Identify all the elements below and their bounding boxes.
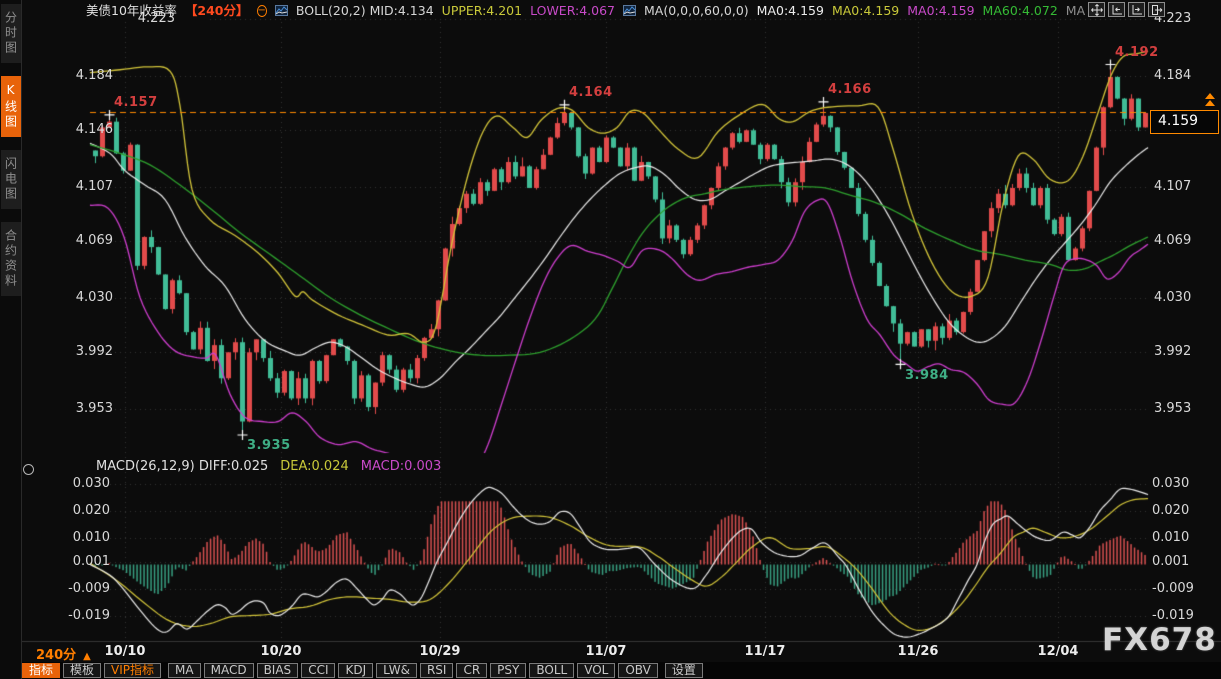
chart-style-icon[interactable] [275,5,288,16]
toolbar-button-CCI[interactable]: CCI [301,663,335,678]
macd-header-segment: DEA:0.024 [280,459,349,474]
macd-header-segment: MACD(26,12,9) DIFF:0.025 [96,459,268,474]
macd-header: MACD(26,12,9) DIFF:0.025 DEA:0.024 MACD:0.… [96,459,441,474]
header-segment: BOLL(20,2) MID:4.134 [296,3,434,19]
toolbar-button-VIP指标[interactable]: VIP指标 [104,663,161,678]
header-segment: 美债10年收益率 [86,3,177,19]
date-label: 11/07 [586,644,627,659]
toolbar-button-RSI[interactable]: RSI [420,663,454,678]
toolbar-button-MACD[interactable]: MACD [204,663,254,678]
sidebar-tab-合约资料[interactable]: 合约资料 [1,222,21,296]
period-dropdown-arrow-icon: ▲ [83,651,91,662]
jump-to-latest-icon[interactable] [1148,2,1165,17]
price-annotation: 4.166 [828,82,872,97]
header-segment: UPPER:4.201 [442,3,522,19]
toolbar-button-MA[interactable]: MA [168,663,201,678]
sidebar-tab-闪电图[interactable]: 闪电图 [1,150,21,209]
date-label: 11/26 [898,644,939,659]
date-label: 10/29 [420,644,461,659]
indicator-collapse-icon[interactable] [23,464,34,475]
toolbar-button-OBV[interactable]: OBV [618,663,658,678]
chart-toolbar-icons [1088,2,1165,17]
toolbar-button-指标[interactable]: 指标 [22,663,60,678]
toolbar-button-BIAS[interactable]: BIAS [257,663,299,678]
toolbar-button-KDJ[interactable]: KDJ [338,663,373,678]
sidebar-tab-K线图[interactable]: K线图 [1,76,21,137]
toolbar-button-PSY[interactable]: PSY [490,663,526,678]
price-annotation: 4.157 [114,95,158,110]
current-price-value: 4.159 [1158,113,1198,129]
price-annotation: 4.164 [569,85,613,100]
date-label: 10/10 [105,644,146,659]
header-segment: MA0:4.159 [907,3,974,19]
date-label: 12/04 [1038,644,1079,659]
date-label: 10/20 [261,644,302,659]
toolbar-button-VOL[interactable]: VOL [577,663,615,678]
x-axis-row: 240分 ▲ 10/10 10/20 10/29 11/07 11/17 11/26 12/0… [22,641,1221,663]
brand-watermark: FX678 [1102,622,1217,658]
toolbar-button-BOLL[interactable]: BOLL [529,663,574,678]
toolbar-button-设置[interactable]: 设置 [665,663,703,678]
current-price-marker: 4.159 [1150,110,1219,134]
indicator-toolbar: 指标模板VIP指标 MAMACDBIASCCIKDJLW&RSICRPSYBOLL… [22,662,1221,679]
date-label: 11/17 [745,644,786,659]
chart-header: 美债10年收益率【240分】− BOLL(20,2) MID:4.134 UPPER… [86,2,1086,19]
sidebar: 分时图 K线图闪电图合约资料 [0,0,22,679]
toolbar-button-LW&[interactable]: LW& [376,663,417,678]
toolbar-button-CR[interactable]: CR [456,663,487,678]
collapse-indicator-icon[interactable]: − [257,5,267,17]
chart-style-icon[interactable] [623,5,636,16]
macd-header-segment: MACD:0.003 [361,459,442,474]
header-segment: 【240分】 [185,3,249,19]
trading-app: 分时图 K线图闪电图合约资料 美债10年收益率【240分】− BOLL(20,2) … [0,0,1221,679]
header-segment: MA60:4.072 [983,3,1058,19]
header-segment: LOWER:4.067 [530,3,615,19]
axis-scroll-left-icon[interactable] [1108,2,1125,17]
price-up-arrows-icon [1205,93,1215,107]
sidebar-tab-分时图[interactable]: 分时图 [1,4,21,63]
pan-icon[interactable] [1088,2,1105,17]
toolbar-button-模板[interactable]: 模板 [63,663,101,678]
price-annotation: 3.935 [247,438,291,453]
period-label: 240分 [36,648,76,663]
price-annotation: 3.984 [905,368,949,383]
axis-scroll-right-icon[interactable] [1128,2,1145,17]
period-selector[interactable]: 240分 ▲ [36,644,91,663]
header-segment: MA(0,0,0,60,0,0) [644,3,749,19]
header-segment: MA0:4.159 [832,3,899,19]
price-annotation: 4.192 [1115,45,1159,60]
header-segment: MA0:4.159 [1066,3,1086,19]
chart-canvas[interactable] [0,0,1221,679]
header-segment: MA0:4.159 [757,3,824,19]
